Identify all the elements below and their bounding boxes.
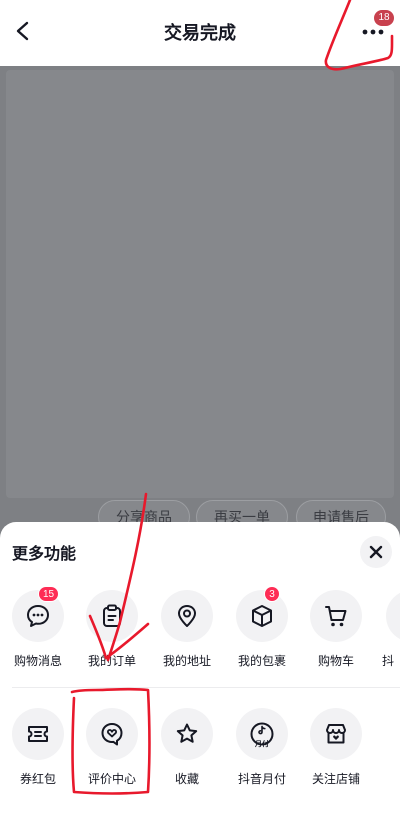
sheet-title: 更多功能 xyxy=(12,546,77,563)
function-item-douyin-monthly-pay[interactable]: 月付 抖音月付 xyxy=(230,706,294,794)
function-item-followed-stores[interactable]: 关注店铺 xyxy=(304,706,368,794)
function-item-partial[interactable]: 抖 xyxy=(380,588,400,676)
function-label: 评价中心 xyxy=(87,772,136,786)
function-item-my-packages[interactable]: 3 我的包裹 xyxy=(230,586,294,676)
top-bar: 交易完成 18 xyxy=(0,0,400,66)
function-label: 我的订单 xyxy=(87,654,136,668)
more-functions-sheet: 更多功能 15 购物消息 我的订单 我的地址 3 我的包裹 购物车 抖 券红包 … xyxy=(0,522,400,814)
function-label: 关注店铺 xyxy=(311,772,360,786)
function-label: 收藏 xyxy=(174,772,199,786)
function-label: 购物车 xyxy=(317,654,354,668)
monthly-pay-icon: 月付 xyxy=(236,708,288,760)
function-item-my-address[interactable]: 我的地址 xyxy=(155,588,219,676)
function-label: 抖音月付 xyxy=(237,772,286,786)
function-item-shopping-messages[interactable]: 15 购物消息 xyxy=(6,586,70,676)
store-follow-icon xyxy=(310,708,362,760)
monthly-pay-icon-text: 月付 xyxy=(255,741,269,748)
close-button[interactable] xyxy=(360,536,392,568)
function-row-2: 券红包 评价中心 收藏 月付 抖音月付 关注店铺 xyxy=(0,706,400,794)
package-badge: 3 xyxy=(264,586,280,602)
more-dots-icon xyxy=(362,29,384,35)
function-row-1: 15 购物消息 我的订单 我的地址 3 我的包裹 购物车 抖 xyxy=(0,586,400,676)
function-item-shopping-cart[interactable]: 购物车 xyxy=(304,588,368,676)
shopping-cart-icon xyxy=(310,590,362,642)
function-item-coupons[interactable]: 券红包 xyxy=(6,706,70,794)
function-label: 我的包裹 xyxy=(237,654,286,668)
close-icon xyxy=(369,545,383,559)
location-pin-icon xyxy=(161,590,213,642)
message-badge: 15 xyxy=(38,586,60,602)
function-label: 购物消息 xyxy=(13,654,62,668)
order-clipboard-icon xyxy=(86,590,138,642)
function-label: 抖 xyxy=(382,654,395,668)
function-label: 我的地址 xyxy=(162,654,211,668)
page-title: 交易完成 xyxy=(164,23,236,43)
function-item-favorites[interactable]: 收藏 xyxy=(155,706,219,794)
message-count-badge: 18 xyxy=(374,10,394,26)
function-item-my-orders[interactable]: 我的订单 xyxy=(80,588,144,676)
package-box-icon xyxy=(236,590,288,642)
order-content-card xyxy=(6,70,394,498)
coupon-icon xyxy=(12,708,64,760)
star-icon xyxy=(161,708,213,760)
function-label: 券红包 xyxy=(19,772,56,786)
partial-icon xyxy=(386,590,400,642)
review-heart-icon xyxy=(86,708,138,760)
row-divider xyxy=(12,687,400,688)
function-item-review-center[interactable]: 评价中心 xyxy=(80,706,144,794)
